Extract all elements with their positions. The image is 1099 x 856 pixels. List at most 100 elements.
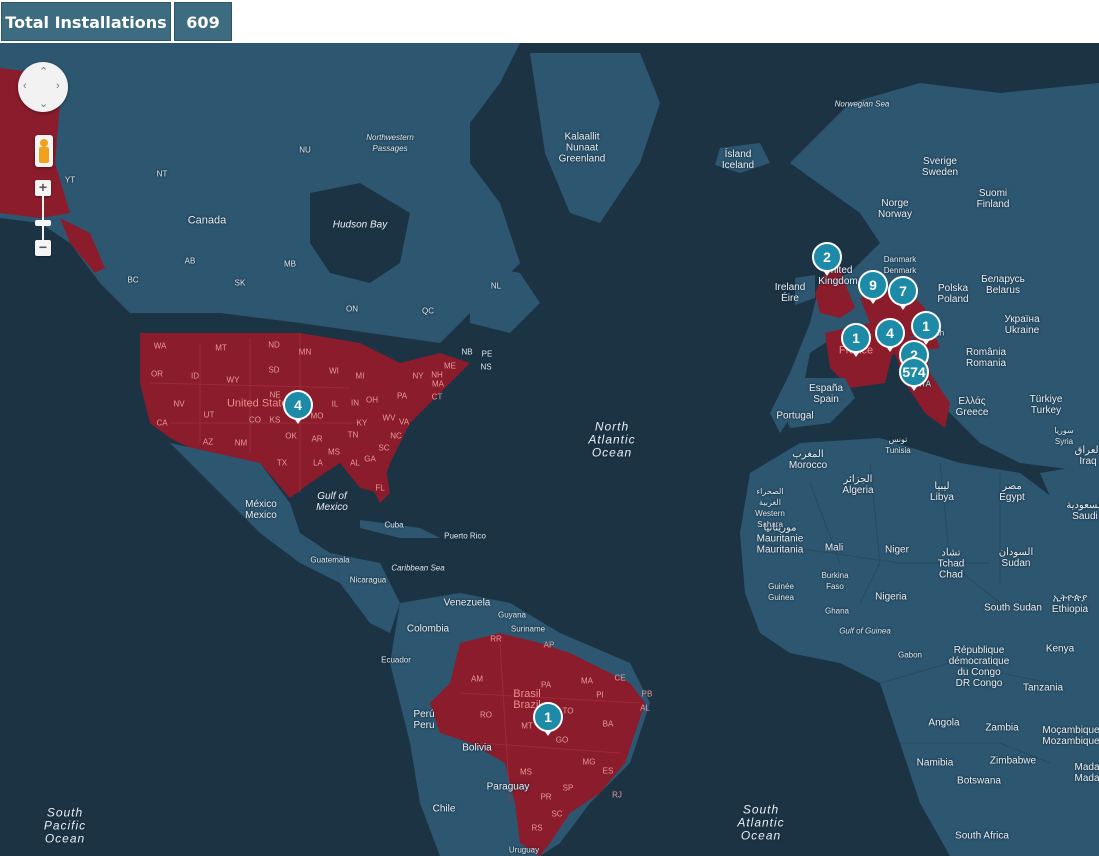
br-state-pb: PB: [641, 689, 653, 699]
us-state-fl: FL: [375, 483, 385, 493]
us-state-tx: TX: [276, 458, 288, 468]
br-state-am: AM: [471, 674, 483, 684]
pan-down-icon[interactable]: ⌄: [39, 97, 48, 110]
label-ireland: Ireland Éire: [774, 282, 806, 304]
br-state-sp: SP: [562, 783, 574, 793]
zoom-slider[interactable]: [42, 196, 44, 240]
br-state-mg: MG: [582, 757, 596, 767]
label-iraq: العراق Iraq: [1074, 445, 1099, 467]
br-state-ro: RO: [480, 710, 492, 720]
br-state-ms: MS: [520, 767, 532, 777]
label-iceland: Ísland Iceland: [721, 149, 755, 171]
label-canada: Canada: [187, 214, 227, 227]
pan-up-icon[interactable]: ⌃: [39, 65, 48, 78]
marker-germany[interactable]: 7: [888, 276, 918, 314]
pan-left-icon[interactable]: ‹: [23, 80, 27, 92]
br-state-rs: RS: [531, 823, 543, 833]
label-norway: Norge Norway: [878, 198, 912, 220]
marker-united-kingdom[interactable]: 2: [812, 242, 842, 280]
label-caribbean: Caribbean Sea: [391, 563, 445, 573]
label-spain: España Spain: [809, 383, 843, 405]
label-gabon: Gabon: [897, 650, 923, 660]
us-state-ok: OK: [285, 431, 297, 441]
label-gulf-mexico: Gulf of Mexico: [316, 491, 348, 513]
marker-count: 1: [533, 702, 563, 732]
br-state-ap: AP: [543, 640, 555, 650]
label-ab: AB: [184, 256, 196, 266]
marker-brazil[interactable]: 1: [533, 702, 563, 740]
us-state-pa: PA: [396, 391, 408, 401]
us-state-me: ME: [444, 361, 456, 371]
label-mb: MB: [284, 259, 296, 269]
us-state-mn: MN: [298, 347, 312, 357]
label-tanzania: Tanzania: [1022, 682, 1064, 694]
us-state-nv: NV: [173, 399, 185, 409]
label-nigeria: Nigeria: [875, 591, 907, 603]
us-state-sd: SD: [268, 365, 280, 375]
label-mozambique: Moçambique Mozambique: [1042, 725, 1099, 747]
label-romania: România Romania: [965, 347, 1007, 369]
br-state-rr: RR: [490, 634, 502, 644]
us-state-ct: CT: [431, 392, 443, 402]
pan-control[interactable]: ⌃ ⌄ ‹ ›: [18, 62, 68, 112]
marker-count: 1: [911, 311, 941, 341]
us-state-ut: UT: [203, 410, 215, 420]
label-chile: Chile: [432, 803, 456, 815]
label-denmark: Danmark Denmark: [883, 255, 917, 275]
label-greenland: Kalaallit Nunaat Greenland: [558, 131, 606, 165]
label-morocco: المغرب Morocco: [788, 449, 828, 471]
label-south-sudan: South Sudan: [984, 602, 1042, 614]
label-norwegian-sea: Norwegian Sea: [834, 99, 890, 109]
us-state-wa: WA: [153, 341, 167, 351]
label-saudi: السعوديةSaudi: [1066, 500, 1099, 522]
label-bolivia: Bolivia: [462, 742, 492, 754]
label-burkina: Burkina Faso: [821, 571, 849, 591]
label-nb: NB: [461, 347, 473, 357]
br-state-ce: CE: [614, 673, 626, 683]
label-zambia: Zambia: [985, 722, 1019, 734]
zoom-slider-handle[interactable]: [35, 220, 51, 226]
label-mexico: México Mexico: [245, 499, 277, 521]
label-south-africa: South Africa: [955, 830, 1009, 842]
label-egypt: مصر Egypt: [999, 481, 1025, 503]
br-state-to: TO: [562, 706, 574, 716]
world-map[interactable]: Norwegian Sea Northwestern Passages NU NT YT K…: [0, 43, 1099, 856]
marker-count: 2: [812, 242, 842, 272]
label-venezuela: Venezuela: [443, 597, 491, 609]
label-qc: QC: [422, 306, 434, 316]
us-state-sc: SC: [378, 443, 390, 453]
us-state-va: VA: [398, 417, 410, 427]
marker-netherlands[interactable]: 9: [858, 270, 888, 308]
pan-right-icon[interactable]: ›: [56, 80, 60, 92]
us-state-co: CO: [249, 415, 261, 425]
label-nicaragua: Nicaragua: [349, 575, 387, 585]
marker-united-states[interactable]: 4: [283, 390, 313, 428]
label-guinea: Guinée Guinea: [768, 582, 794, 602]
label-angola: Angola: [928, 717, 960, 729]
zoom-out-button[interactable]: −: [35, 240, 51, 256]
br-state-al: AL: [640, 703, 650, 713]
us-state-id: ID: [191, 371, 199, 381]
label-tunisia: تونس Tunisia: [885, 435, 911, 455]
zoom-in-button[interactable]: +: [35, 180, 51, 196]
us-state-nc: NC: [390, 431, 402, 441]
label-nu: NU: [299, 145, 311, 155]
label-south-pacific: South Pacific Ocean: [43, 805, 87, 846]
label-cuba: Cuba: [384, 520, 404, 530]
us-state-wv: WV: [382, 413, 396, 423]
us-state-mt: MT: [215, 343, 227, 353]
marker-italy[interactable]: 574: [899, 357, 929, 395]
us-state-ma: MA: [432, 379, 444, 389]
label-namibia: Namibia: [916, 757, 954, 769]
br-state-mt: MT: [521, 721, 533, 731]
label-syria: سوريا Syria: [1054, 426, 1074, 446]
label-ethiopia: ኢትዮጵያ Ethiopia: [1051, 593, 1089, 615]
label-sweden: Sverige Sweden: [921, 156, 959, 178]
br-state-ba: BA: [602, 719, 614, 729]
label-finland: Suomi Finland: [976, 188, 1010, 210]
label-paraguay: Paraguay: [486, 781, 530, 793]
pegman-icon[interactable]: [35, 135, 53, 167]
label-madagascar: Mada Mada: [1074, 762, 1099, 784]
label-turkey: Türkiye Turkey: [1029, 394, 1063, 416]
marker-france[interactable]: 1: [841, 323, 871, 361]
